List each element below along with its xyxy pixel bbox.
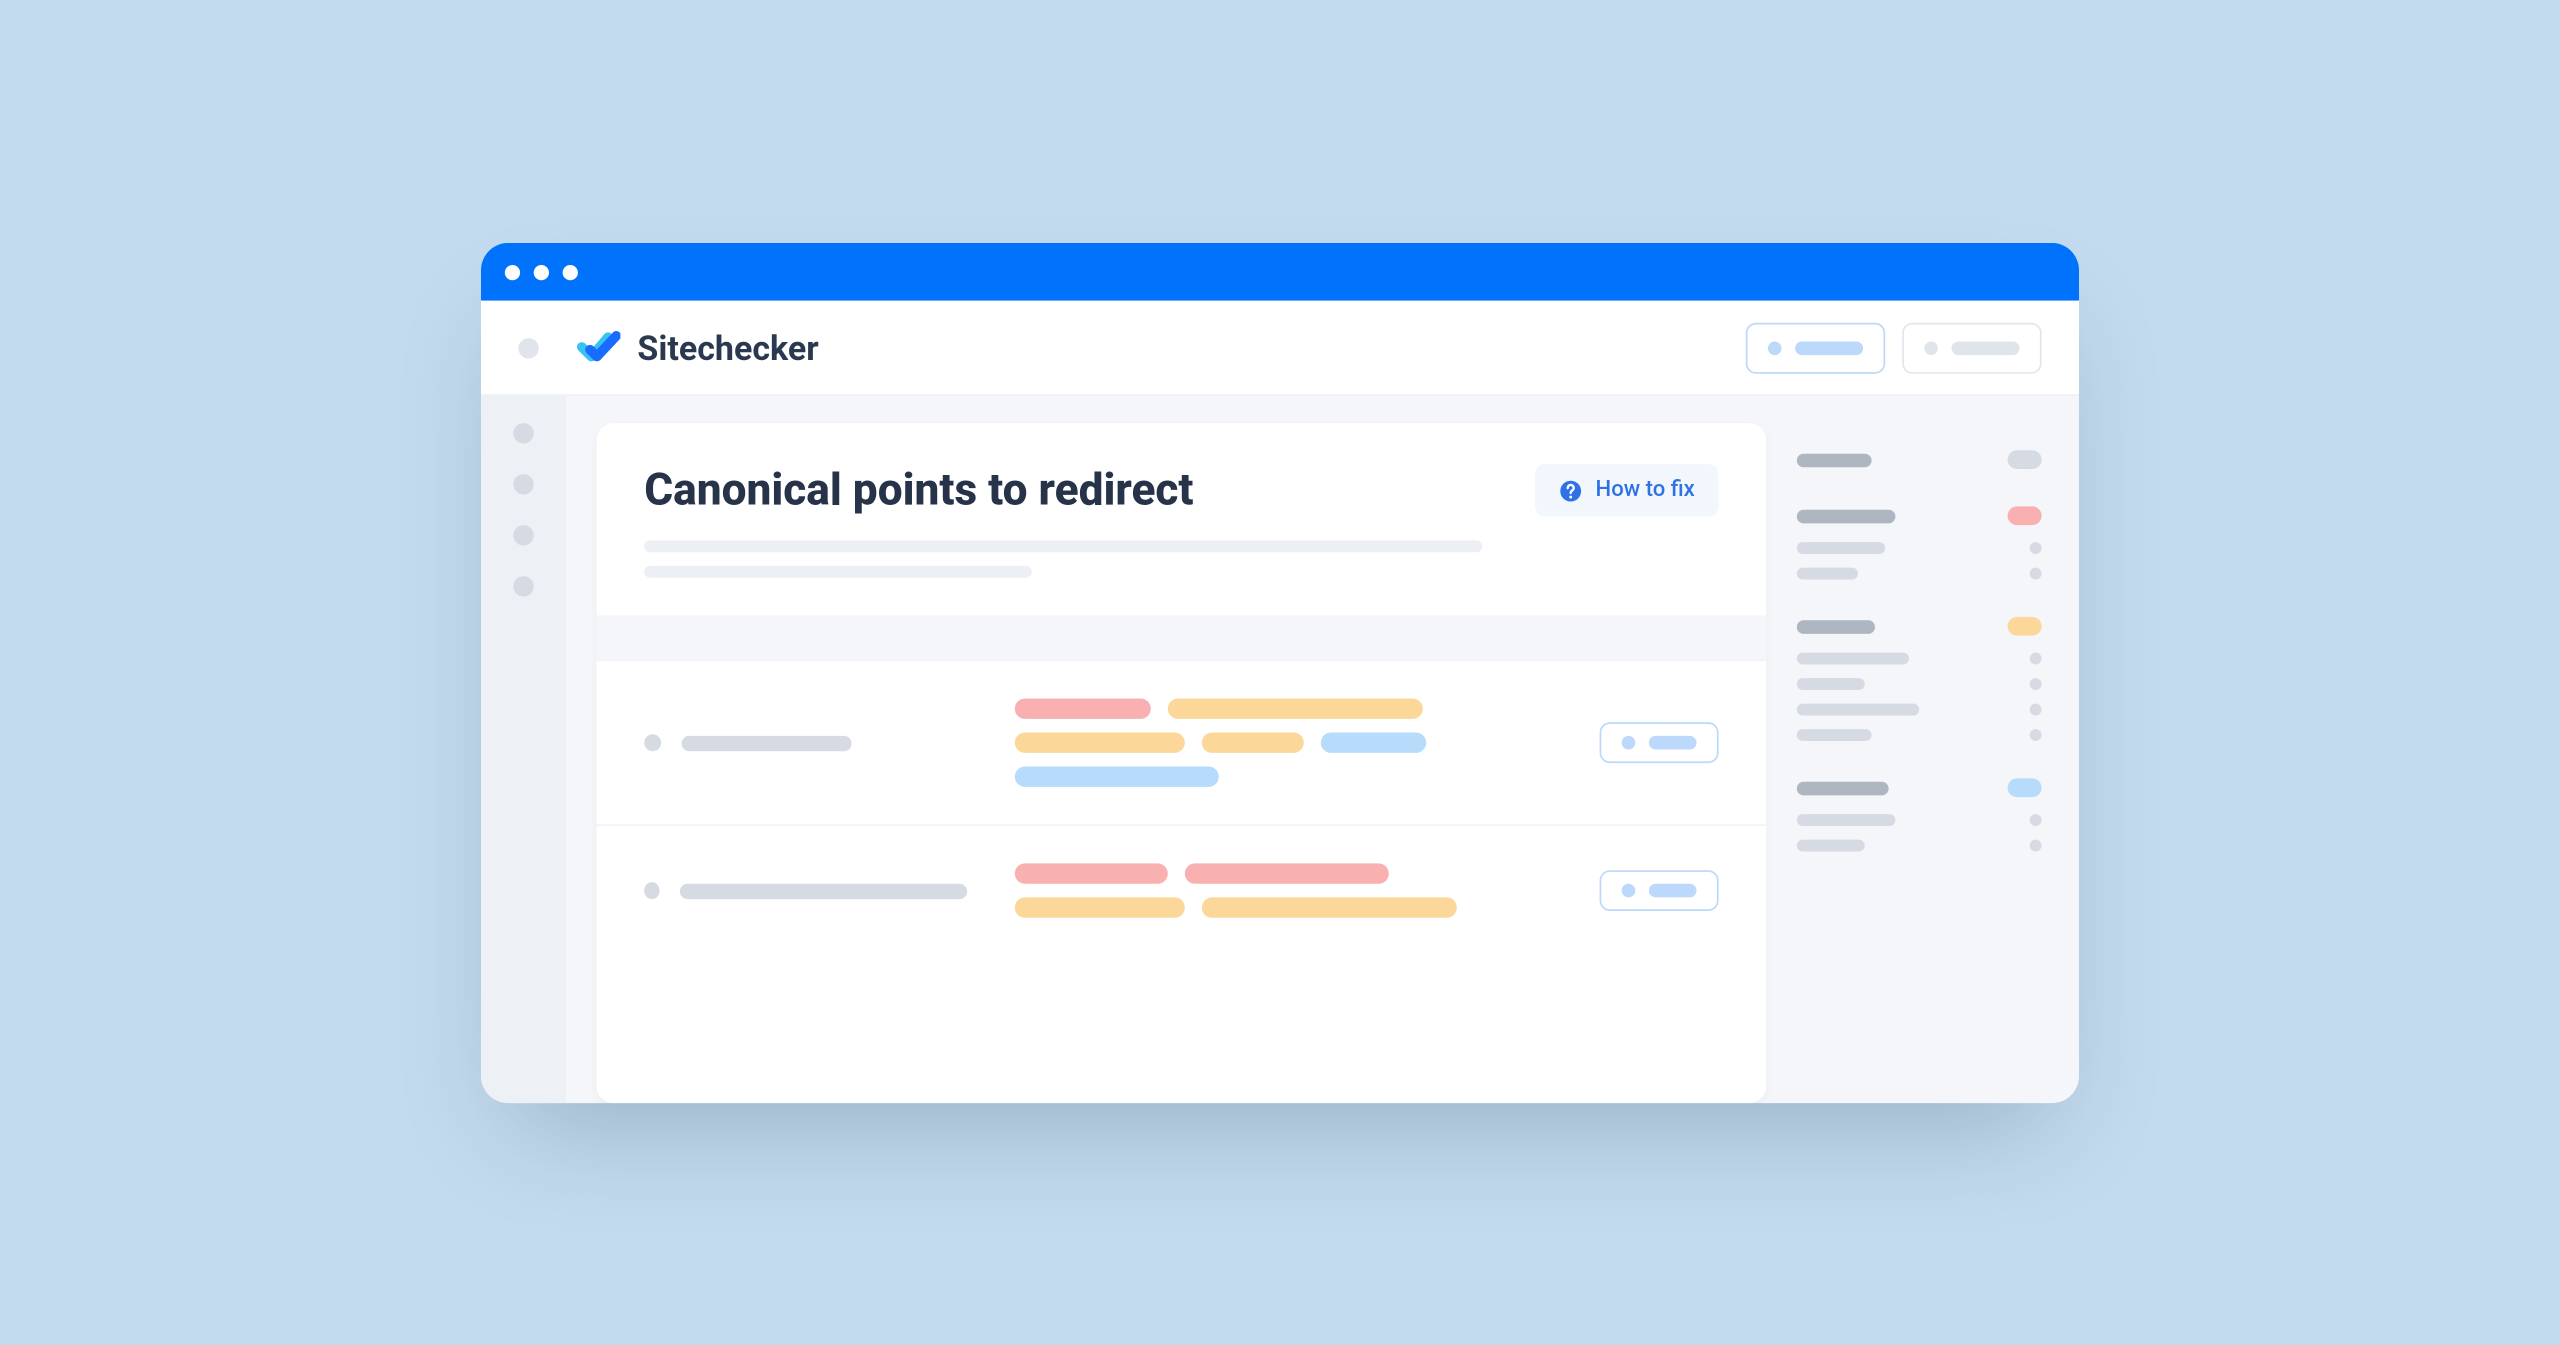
status-badge (2008, 450, 2042, 469)
tag-pill (1015, 863, 1168, 883)
tag-pill (1202, 732, 1304, 752)
placeholder-icon (2030, 729, 2042, 741)
row-tags (1015, 698, 1552, 786)
nav-rail-item[interactable] (513, 474, 533, 494)
side-item[interactable] (1797, 567, 2042, 579)
placeholder-icon (2030, 567, 2042, 579)
placeholder-bar (1649, 883, 1697, 897)
placeholder-icon (644, 882, 660, 899)
placeholder-bar (1797, 542, 1885, 554)
placeholder-icon (1622, 735, 1636, 749)
placeholder-icon (1768, 340, 1782, 354)
placeholder-bar (1797, 652, 1909, 664)
placeholder-icon (2030, 839, 2042, 851)
side-group (1797, 450, 2042, 469)
placeholder-icon (1622, 883, 1636, 897)
page-title: Canonical points to redirect (644, 464, 1193, 515)
row-label (644, 882, 967, 899)
window-titlebar (481, 242, 2079, 300)
issue-row (597, 659, 1767, 824)
placeholder-bar (681, 882, 968, 897)
placeholder-bar (1797, 567, 1858, 579)
window-control-dot[interactable] (505, 264, 520, 279)
app-window: Sitechecker (481, 242, 2079, 1102)
tag-pill (1168, 698, 1423, 718)
tag-pill (1015, 732, 1185, 752)
tag-pill (1321, 732, 1426, 752)
placeholder-icon (2030, 678, 2042, 690)
card-header: Canonical points to redirect How to fix (597, 423, 1767, 615)
header-button-primary[interactable] (1746, 321, 1885, 372)
status-badge (2008, 616, 2042, 635)
placeholder-bar (1797, 814, 1896, 826)
placeholder-icon (1924, 340, 1938, 354)
placeholder-bar (644, 565, 1031, 577)
placeholder-bar (1795, 340, 1863, 354)
status-badge (2008, 778, 2042, 797)
nav-rail-item[interactable] (513, 576, 533, 596)
placeholder-bar (1797, 619, 1875, 633)
placeholder-bar (1797, 703, 1919, 715)
status-badge (2008, 506, 2042, 525)
side-item[interactable] (1797, 678, 2042, 690)
side-item[interactable] (1797, 652, 2042, 664)
description-placeholder (644, 540, 1718, 577)
window-control-dot[interactable] (534, 264, 549, 279)
side-group (1797, 616, 2042, 740)
top-bar: Sitechecker (481, 300, 2079, 395)
nav-rail-item[interactable] (513, 423, 533, 443)
side-item[interactable] (1797, 729, 2042, 741)
nav-rail (481, 395, 566, 1102)
tag-pill (1202, 897, 1457, 917)
how-to-fix-label: How to fix (1596, 477, 1695, 503)
side-group (1797, 506, 2042, 579)
nav-rail-item[interactable] (513, 525, 533, 545)
app-name: Sitechecker (637, 327, 818, 368)
tag-pill (1015, 766, 1219, 786)
side-item[interactable] (1797, 703, 2042, 715)
row-tags (1015, 863, 1552, 917)
row-action-button[interactable] (1600, 722, 1719, 763)
header-button-secondary[interactable] (1902, 321, 2041, 372)
section-divider (597, 615, 1767, 659)
placeholder-bar (682, 735, 852, 750)
placeholder-bar (1797, 452, 1872, 466)
placeholder-bar (1952, 340, 2020, 354)
placeholder-bar (1649, 735, 1697, 749)
app-body: Canonical points to redirect How to fix (481, 395, 2079, 1102)
side-item[interactable] (1797, 542, 2042, 554)
placeholder-bar (1797, 508, 1896, 522)
placeholder-bar (1797, 839, 1865, 851)
issue-card: Canonical points to redirect How to fix (597, 423, 1767, 1103)
how-to-fix-button[interactable]: How to fix (1534, 463, 1718, 516)
row-label (644, 734, 967, 751)
placeholder-bar (1797, 780, 1889, 794)
placeholder-bar (1797, 729, 1872, 741)
placeholder-icon (644, 734, 661, 751)
side-group (1797, 778, 2042, 851)
placeholder-icon (2030, 652, 2042, 664)
placeholder-bar (1797, 678, 1865, 690)
main-area: Canonical points to redirect How to fix (566, 395, 2079, 1102)
menu-icon[interactable] (518, 337, 538, 357)
app-logo[interactable]: Sitechecker (576, 327, 818, 368)
placeholder-bar (644, 540, 1482, 552)
side-item[interactable] (1797, 814, 2042, 826)
side-item[interactable] (1797, 839, 2042, 851)
logo-check-icon (576, 328, 620, 365)
side-panel (1790, 423, 2079, 1103)
help-icon (1558, 478, 1582, 502)
tag-pill (1015, 897, 1185, 917)
placeholder-icon (2030, 703, 2042, 715)
tag-pill (1185, 863, 1389, 883)
window-control-dot[interactable] (563, 264, 578, 279)
row-action-button[interactable] (1600, 870, 1719, 911)
tag-pill (1015, 698, 1151, 718)
issue-row (597, 824, 1767, 955)
placeholder-icon (2030, 814, 2042, 826)
placeholder-icon (2030, 542, 2042, 554)
